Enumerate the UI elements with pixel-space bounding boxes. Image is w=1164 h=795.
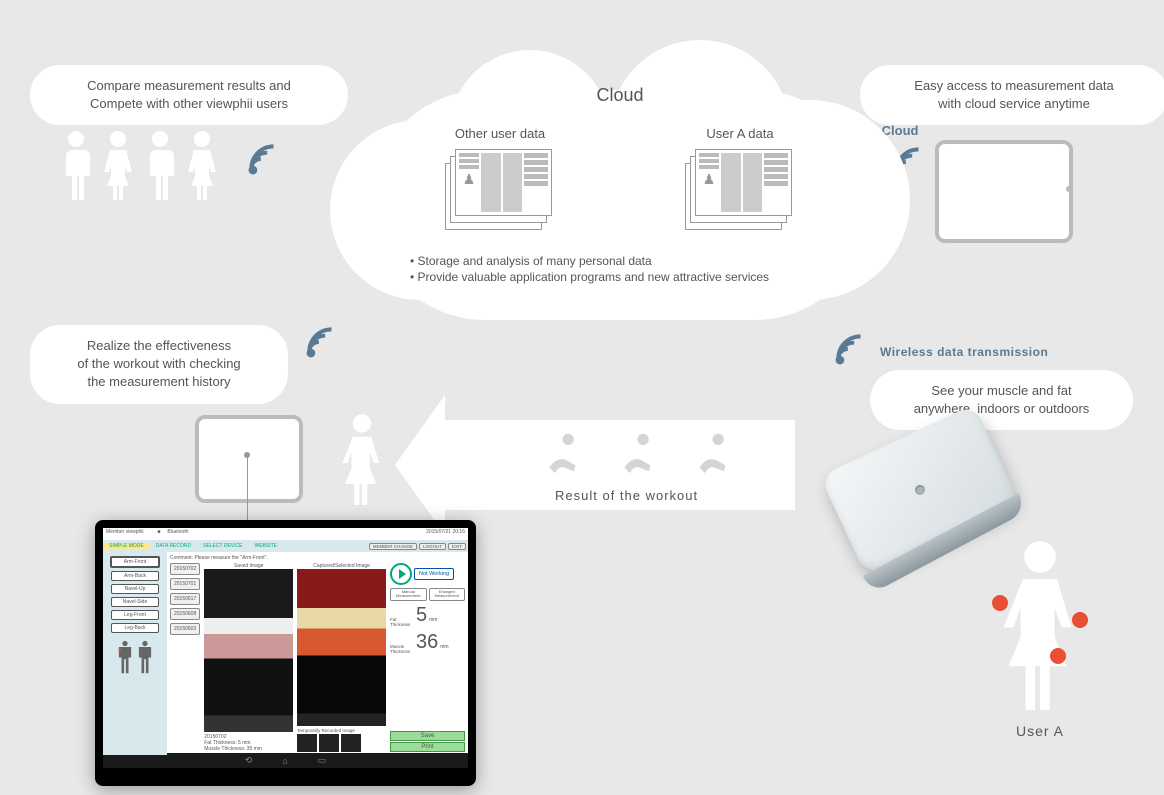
fat-value: 5 xyxy=(416,604,427,627)
save-button[interactable]: Save xyxy=(390,731,465,741)
wifi-icon xyxy=(245,140,283,183)
bubble-realize-text: Realize the effectiveness of the workout… xyxy=(77,338,240,389)
wifi-icon xyxy=(832,330,870,373)
fat-label: Fat Thickness xyxy=(390,618,414,628)
person-icon xyxy=(144,130,176,200)
home-icon[interactable]: ⌂ xyxy=(282,756,287,766)
date-item[interactable]: 20150608 xyxy=(170,608,200,620)
temp-thumb[interactable] xyxy=(341,734,361,752)
person-icon xyxy=(60,130,92,200)
muscle-label: Muscle Thickness xyxy=(390,645,414,655)
tab-website[interactable]: WEBSITE xyxy=(248,543,283,549)
data-stack-icon: ♟ xyxy=(685,149,795,229)
tablet-icon xyxy=(195,415,303,503)
cloud-bullet-1: • Storage and analysis of many personal … xyxy=(410,254,860,268)
user-a-right: User A xyxy=(1000,540,1080,739)
tab-data-record[interactable]: DATA RECORD xyxy=(150,543,197,549)
date-item[interactable]: 20150701 xyxy=(170,578,200,590)
part-arm-front[interactable]: Arm-Front xyxy=(110,556,160,568)
date-item[interactable]: 20150617 xyxy=(170,593,200,605)
person-icon xyxy=(1000,540,1080,710)
dates-list: 20150702 20150701 20150617 20150608 2015… xyxy=(170,563,200,752)
user-a-left: User A xyxy=(338,413,386,534)
app-time: 2015/07/21 20:16 xyxy=(426,529,465,539)
date-item[interactable]: 20150702 xyxy=(170,563,200,575)
status-button[interactable]: Not Working xyxy=(414,568,454,580)
other-users-group xyxy=(60,130,218,200)
bubble-easy-access: Easy access to measurement data with clo… xyxy=(860,65,1164,125)
measurement-point-icon xyxy=(1050,648,1066,664)
android-navbar: ⟲ ⌂ ▭ xyxy=(103,753,468,768)
app-comment: Comment: Please measure the "Arm-Front". xyxy=(170,555,465,561)
cloud-content: Cloud Other user data ♟ User A data ♟ xyxy=(380,85,860,286)
bubble-realize: Realize the effectiveness of the workout… xyxy=(30,325,288,404)
date-item[interactable]: 20150602 xyxy=(170,623,200,635)
recent-icon[interactable]: ▭ xyxy=(318,755,327,766)
app-tabs: SIMPLE MODE DATA RECORD SELECT DEVICE WE… xyxy=(103,540,468,552)
user-a-label: User A xyxy=(1000,723,1080,739)
body-diagram-icon xyxy=(116,640,154,675)
body-part-panel: Arm-Front Arm-Back Navel-Up Navel-Side L… xyxy=(103,552,167,755)
bubble-see-muscle: See your muscle and fat anywhere, indoor… xyxy=(870,370,1133,430)
wireless-label: Wireless data transmission xyxy=(880,345,1048,359)
bubble-see-muscle-text: See your muscle and fat anywhere, indoor… xyxy=(914,383,1090,416)
manual-measurement-button[interactable]: Manual Measurement xyxy=(390,588,427,601)
bubble-compare-text: Compare measurement results and Compete … xyxy=(87,78,291,111)
play-button[interactable] xyxy=(390,563,412,585)
person-icon xyxy=(341,413,383,505)
exit-button[interactable]: EXIT xyxy=(448,543,466,550)
fat-unit: mm xyxy=(429,617,437,623)
measurement-point-icon xyxy=(992,595,1008,611)
cloud-bullet-2: • Provide valuable application programs … xyxy=(410,270,860,284)
tab-select-device[interactable]: SELECT DEVICE xyxy=(197,543,248,549)
part-navel-side[interactable]: Navel-Side xyxy=(111,597,159,607)
part-arm-back[interactable]: Arm-Back xyxy=(111,571,159,581)
print-button[interactable]: Print xyxy=(390,742,465,752)
temp-thumb[interactable] xyxy=(319,734,339,752)
workout-icons xyxy=(540,430,735,475)
temp-thumb[interactable] xyxy=(297,734,317,752)
temp-label: Temporarily Recorded Image xyxy=(297,728,386,733)
captured-scan-image xyxy=(297,569,386,726)
part-leg-back[interactable]: Leg-Back xyxy=(111,623,159,633)
cloud-title: Cloud xyxy=(380,85,860,106)
app-bt: Bluetooth xyxy=(167,529,188,535)
app-screenshot: Member viewphii ■ Bluetooth 2015/07/21 2… xyxy=(95,520,476,786)
bubble-compare: Compare measurement results and Compete … xyxy=(30,65,348,125)
info-muscle: Muscle Thickness: 35 mm xyxy=(204,746,293,752)
person-icon xyxy=(186,130,218,200)
bubble-easy-access-text: Easy access to measurement data with clo… xyxy=(914,78,1113,111)
logout-button[interactable]: LOGOUT xyxy=(419,543,446,550)
wifi-icon xyxy=(303,323,341,366)
member-change-button[interactable]: MEMBER CHANGE xyxy=(369,543,417,550)
part-leg-front[interactable]: Leg-Front xyxy=(111,610,159,620)
cloud-col2-label: User A data xyxy=(685,126,795,141)
tablet-icon xyxy=(935,140,1073,243)
app-member: viewphii xyxy=(126,529,144,535)
enlarged-measurement-button[interactable]: Enlarged Measurement xyxy=(429,588,466,601)
person-icon xyxy=(102,130,134,200)
back-icon[interactable]: ⟲ xyxy=(245,755,253,766)
measurement-point-icon xyxy=(1072,612,1088,628)
result-label: Result of the workout xyxy=(555,488,698,503)
app-member-prefix: Member xyxy=(106,529,124,535)
data-stack-icon: ♟ xyxy=(445,149,555,229)
muscle-value: 36 xyxy=(416,631,438,654)
muscle-unit: mm xyxy=(440,644,448,650)
tab-simple-mode[interactable]: SIMPLE MODE xyxy=(103,543,150,549)
app-topbar: Member viewphii ■ Bluetooth 2015/07/21 2… xyxy=(103,528,468,540)
connector-line xyxy=(247,455,248,523)
saved-scan-image xyxy=(204,569,293,732)
part-navel-up[interactable]: Navel-Up xyxy=(111,584,159,594)
cloud-col1-label: Other user data xyxy=(445,126,555,141)
